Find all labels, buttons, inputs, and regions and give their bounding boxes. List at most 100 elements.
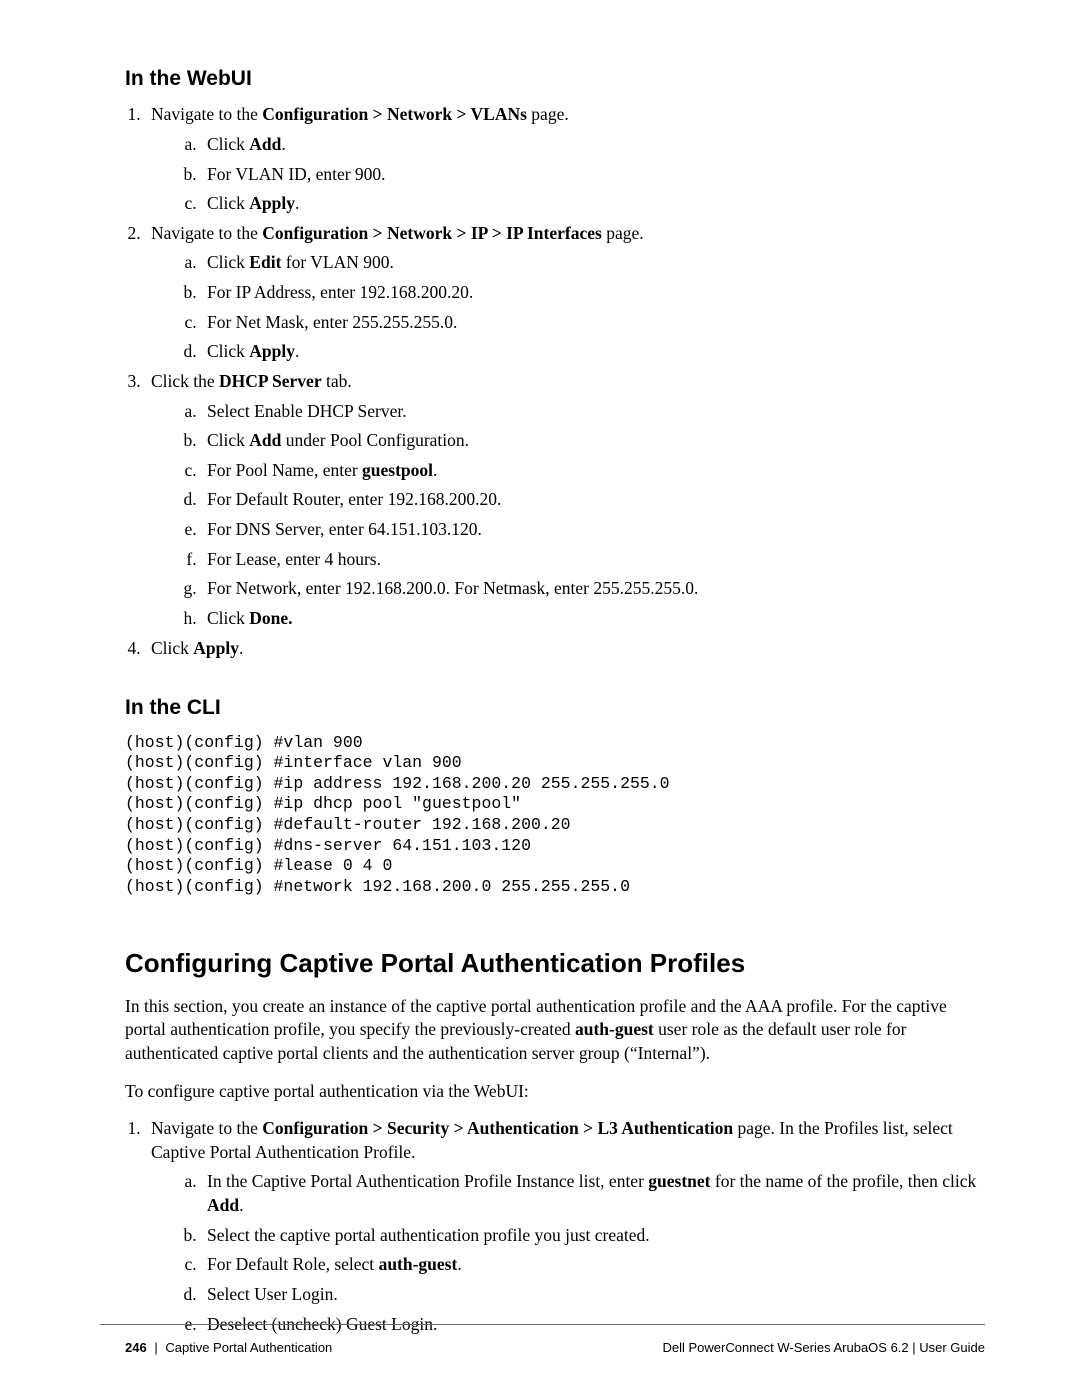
text: Navigate to the xyxy=(151,223,262,243)
substep: For VLAN ID, enter 900. xyxy=(201,163,980,187)
profile-steps: Navigate to the Configuration > Security… xyxy=(125,1117,980,1336)
text: tab. xyxy=(322,371,352,391)
text: Select the captive portal authentication… xyxy=(207,1225,650,1245)
step-2: Navigate to the Configuration > Network … xyxy=(145,222,980,364)
text: To configure captive portal authenticati… xyxy=(125,1081,529,1101)
page-number: 246 xyxy=(125,1340,147,1355)
document-page: In the WebUI Navigate to the Configurati… xyxy=(0,0,1080,1397)
text: . xyxy=(295,341,299,361)
substep: For Network, enter 192.168.200.0. For Ne… xyxy=(201,577,980,601)
step-4: Click Apply. xyxy=(145,637,980,661)
webui-steps: Navigate to the Configuration > Network … xyxy=(125,103,980,660)
footer-left: 246 | Captive Portal Authentication xyxy=(125,1339,332,1357)
bold: Apply xyxy=(193,638,239,658)
text: For Default Role, select xyxy=(207,1254,379,1274)
step-1: Navigate to the Configuration > Security… xyxy=(145,1117,980,1336)
text: page. xyxy=(602,223,644,243)
substeps: In the Captive Portal Authentication Pro… xyxy=(151,1170,980,1336)
text: . xyxy=(295,193,299,213)
bold: auth-guest xyxy=(575,1019,654,1039)
text: . xyxy=(239,638,243,658)
bold: Add xyxy=(249,430,281,450)
text: Click xyxy=(207,134,249,154)
bold: Done. xyxy=(249,608,292,628)
step-3: Click the DHCP Server tab. Select Enable… xyxy=(145,370,980,631)
text: . xyxy=(433,460,437,480)
text: For Pool Name, enter xyxy=(207,460,362,480)
bold: DHCP Server xyxy=(219,371,322,391)
bold: auth-guest xyxy=(379,1254,458,1274)
bold: Configuration > Network > IP > IP Interf… xyxy=(262,223,602,243)
substep: Select Enable DHCP Server. xyxy=(201,400,980,424)
heading-cli: In the CLI xyxy=(125,694,980,722)
bold: Configuration > Network > VLANs xyxy=(262,104,527,124)
bold: Configuration > Security > Authenticatio… xyxy=(262,1118,733,1138)
text: For Lease, enter 4 hours. xyxy=(207,549,381,569)
text: Click xyxy=(207,252,249,272)
substep: Click Add under Pool Configuration. xyxy=(201,429,980,453)
code-block: (host)(config) #vlan 900 (host)(config) … xyxy=(125,733,980,898)
text: For Default Router, enter 192.168.200.20… xyxy=(207,489,501,509)
text: . xyxy=(281,134,285,154)
text: Click the xyxy=(151,371,219,391)
heading-profiles: Configuring Captive Portal Authenticatio… xyxy=(125,946,980,981)
footer-section: Captive Portal Authentication xyxy=(165,1340,332,1355)
substep: Click Done. xyxy=(201,607,980,631)
substep: Click Apply. xyxy=(201,340,980,364)
bold: Apply xyxy=(249,341,295,361)
substep: For DNS Server, enter 64.151.103.120. xyxy=(201,518,980,542)
bold: Apply xyxy=(249,193,295,213)
text: For Net Mask, enter 255.255.255.0. xyxy=(207,312,457,332)
footer-row: 246 | Captive Portal Authentication Dell… xyxy=(0,1339,1080,1357)
substep: Click Add. xyxy=(201,133,980,157)
footer-sep: | xyxy=(154,1340,157,1355)
substep: For Default Role, select auth-guest. xyxy=(201,1253,980,1277)
bold: Add xyxy=(249,134,281,154)
text: Click xyxy=(151,638,193,658)
page-footer: 246 | Captive Portal Authentication Dell… xyxy=(0,1324,1080,1357)
text: Click xyxy=(207,608,249,628)
text: For DNS Server, enter 64.151.103.120. xyxy=(207,519,482,539)
bold: guestnet xyxy=(648,1171,710,1191)
substep: For Lease, enter 4 hours. xyxy=(201,548,980,572)
paragraph: To configure captive portal authenticati… xyxy=(125,1080,980,1104)
text: For IP Address, enter 192.168.200.20. xyxy=(207,282,473,302)
step-1: Navigate to the Configuration > Network … xyxy=(145,103,980,216)
bold: guestpool xyxy=(362,460,433,480)
substep: In the Captive Portal Authentication Pro… xyxy=(201,1170,980,1217)
substep: For Pool Name, enter guestpool. xyxy=(201,459,980,483)
heading-webui: In the WebUI xyxy=(125,65,980,93)
text: Select Enable DHCP Server. xyxy=(207,401,407,421)
cli-section: In the CLI (host)(config) #vlan 900 (hos… xyxy=(125,694,980,897)
substep: For Default Router, enter 192.168.200.20… xyxy=(201,488,980,512)
substep: Click Apply. xyxy=(201,192,980,216)
text: Click xyxy=(207,193,249,213)
text: For Network, enter 192.168.200.0. For Ne… xyxy=(207,578,698,598)
text: under Pool Configuration. xyxy=(281,430,469,450)
bold: Add xyxy=(207,1195,239,1215)
substep: Select the captive portal authentication… xyxy=(201,1224,980,1248)
text: for the name of the profile, then click xyxy=(711,1171,977,1191)
text: Navigate to the xyxy=(151,104,262,124)
text: For VLAN ID, enter 900. xyxy=(207,164,386,184)
substep: For Net Mask, enter 255.255.255.0. xyxy=(201,311,980,335)
substeps: Click Edit for VLAN 900. For IP Address,… xyxy=(151,251,980,364)
footer-rule xyxy=(100,1324,985,1325)
text: In the Captive Portal Authentication Pro… xyxy=(207,1171,648,1191)
substep: Click Edit for VLAN 900. xyxy=(201,251,980,275)
text: for VLAN 900. xyxy=(281,252,393,272)
text: . xyxy=(239,1195,243,1215)
bold: Edit xyxy=(249,252,281,272)
footer-right: Dell PowerConnect W-Series ArubaOS 6.2 |… xyxy=(663,1339,986,1357)
substeps: Select Enable DHCP Server. Click Add und… xyxy=(151,400,980,631)
text: . xyxy=(457,1254,461,1274)
text: Select User Login. xyxy=(207,1284,338,1304)
text: page. xyxy=(527,104,569,124)
substeps: Click Add. For VLAN ID, enter 900. Click… xyxy=(151,133,980,216)
text: Click xyxy=(207,341,249,361)
text: Click xyxy=(207,430,249,450)
substep: Select User Login. xyxy=(201,1283,980,1307)
paragraph: In this section, you create an instance … xyxy=(125,995,980,1066)
substep: For IP Address, enter 192.168.200.20. xyxy=(201,281,980,305)
text: Navigate to the xyxy=(151,1118,262,1138)
